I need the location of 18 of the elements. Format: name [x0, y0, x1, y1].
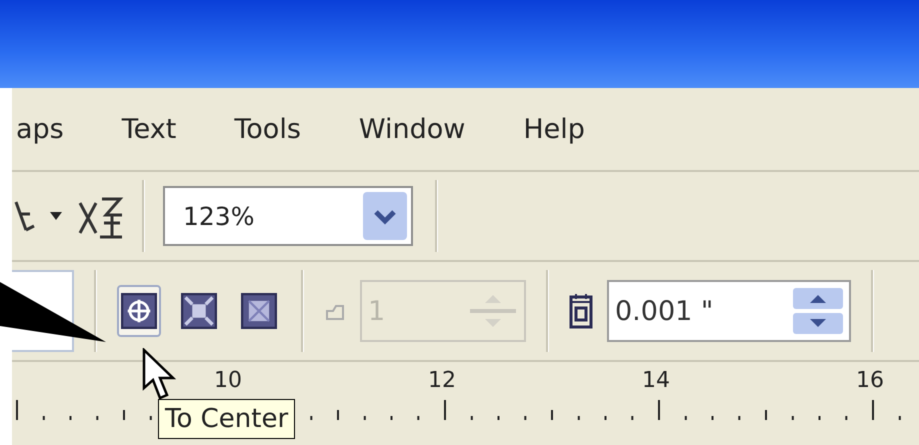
ruler-label: 10	[214, 368, 243, 395]
caret-icon[interactable]	[50, 212, 62, 220]
zoom-combo[interactable]: 123%	[163, 186, 413, 246]
menu-item[interactable]: Help	[523, 114, 585, 144]
spinner-field[interactable]: 0.001 "	[607, 280, 851, 342]
ruler-label: 12	[428, 368, 457, 395]
menu-item[interactable]: Window	[358, 114, 466, 144]
menu-item[interactable]: Tools	[234, 114, 301, 144]
menu-item[interactable]: aps	[16, 114, 64, 144]
align-button[interactable]	[117, 285, 161, 337]
mouse-pointer-icon	[142, 348, 176, 400]
menu-item[interactable]: Text	[122, 114, 176, 144]
ruler-label: 14	[642, 368, 671, 395]
nudge-icon	[569, 293, 593, 329]
spin-arrows[interactable]	[793, 288, 843, 334]
dropdown-button[interactable]	[363, 192, 407, 240]
tooltip: To Center	[158, 399, 296, 439]
ruler-label: 16	[856, 368, 884, 395]
